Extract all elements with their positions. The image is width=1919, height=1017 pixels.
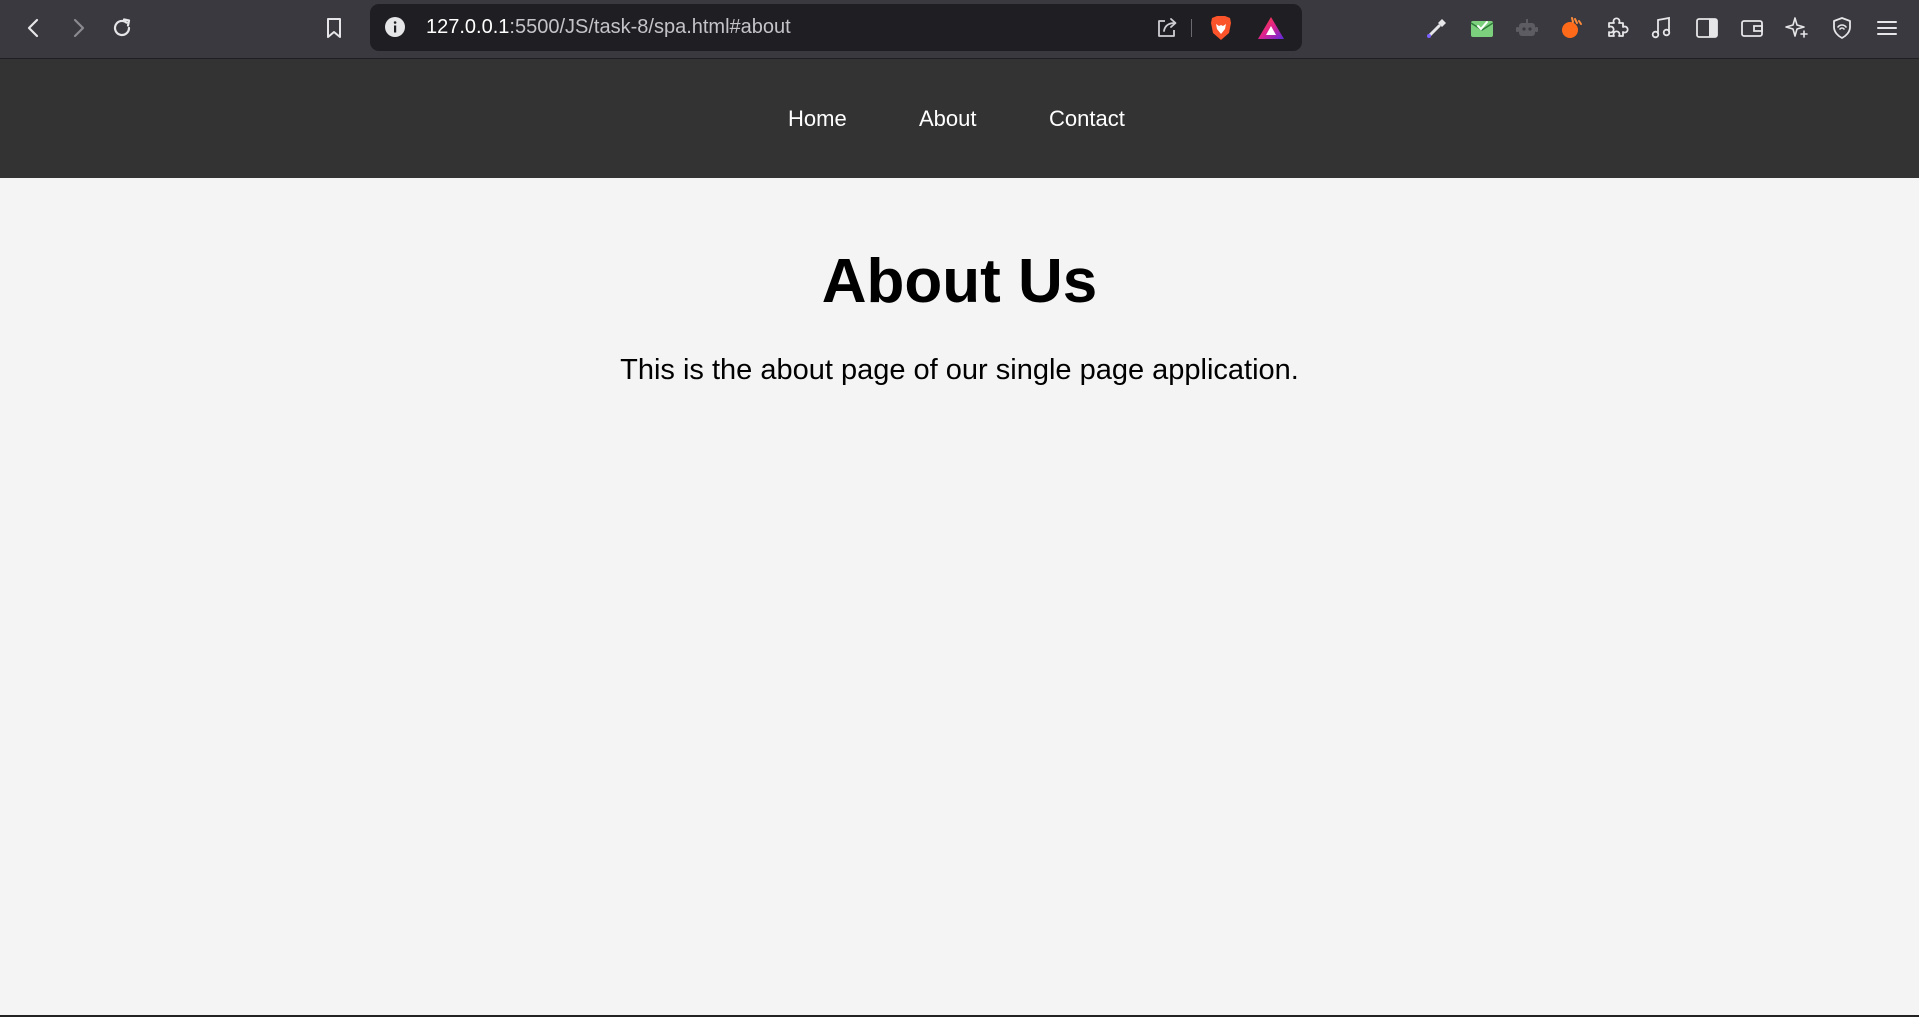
url-host: 127.0.0.1 (426, 16, 510, 38)
brave-lion-icon (1211, 16, 1231, 40)
robot-extension[interactable] (1509, 10, 1545, 46)
back-button[interactable] (16, 10, 52, 46)
forward-arrow-icon (73, 18, 85, 38)
brave-shields-button[interactable] (1206, 13, 1236, 43)
site-nav: Home About Contact (0, 59, 1919, 178)
media-button[interactable] (1644, 10, 1680, 46)
vpn-button[interactable] (1824, 10, 1860, 46)
reload-icon (113, 18, 131, 37)
music-icon (1651, 16, 1671, 39)
sidebar-button[interactable] (1689, 10, 1725, 46)
share-icon (1158, 18, 1177, 37)
mail-check-icon (1470, 21, 1494, 37)
nav-link-about[interactable]: About (919, 59, 977, 178)
puzzle-icon (1608, 17, 1629, 37)
sidebar-icon (1696, 18, 1718, 38)
main-menu-button[interactable] (1869, 10, 1905, 46)
color-picker-extension[interactable] (1419, 10, 1455, 46)
page-title: About Us (821, 247, 1098, 316)
extensions-button[interactable] (1599, 10, 1635, 46)
menu-icon (1877, 21, 1897, 35)
bookmark-icon (327, 18, 341, 38)
forward-button[interactable] (60, 10, 96, 46)
nav-link-home[interactable]: Home (788, 59, 847, 178)
nav-link-contact[interactable]: Contact (1049, 59, 1125, 178)
vpn-shield-icon (1833, 17, 1851, 39)
page-description: This is the about page of our single pag… (620, 354, 1299, 386)
bookmark-button[interactable] (316, 10, 352, 46)
share-button[interactable] (1152, 13, 1182, 43)
wallet-button[interactable] (1734, 10, 1770, 46)
wallet-icon (1741, 20, 1763, 37)
url-path: :5500/JS/task-8/spa.html#about (509, 16, 791, 38)
orange-extension[interactable] (1554, 10, 1590, 46)
reload-button[interactable] (104, 10, 140, 46)
robot-icon (1516, 19, 1538, 36)
leo-ai-button[interactable] (1779, 10, 1815, 46)
mail-extension[interactable] (1464, 10, 1500, 46)
orange-extension-icon (1562, 17, 1582, 38)
back-arrow-icon (27, 18, 39, 38)
color-picker-icon (1427, 19, 1446, 38)
main-content: About Us This is the about page of our s… (0, 178, 1919, 1017)
info-icon[interactable] (384, 16, 406, 38)
leo-sparkle-icon (1785, 17, 1808, 38)
address-bar[interactable]: 127.0.0.1:5500/JS/task-8/spa.html#about (370, 4, 1302, 51)
brave-rewards-button[interactable] (1256, 13, 1286, 43)
url-divider (1191, 19, 1192, 37)
url-text[interactable]: 127.0.0.1:5500/JS/task-8/spa.html#about (426, 4, 791, 51)
rewards-triangle-icon (1258, 17, 1284, 39)
browser-toolbar: 127.0.0.1:5500/JS/task-8/spa.html#about (0, 0, 1919, 59)
